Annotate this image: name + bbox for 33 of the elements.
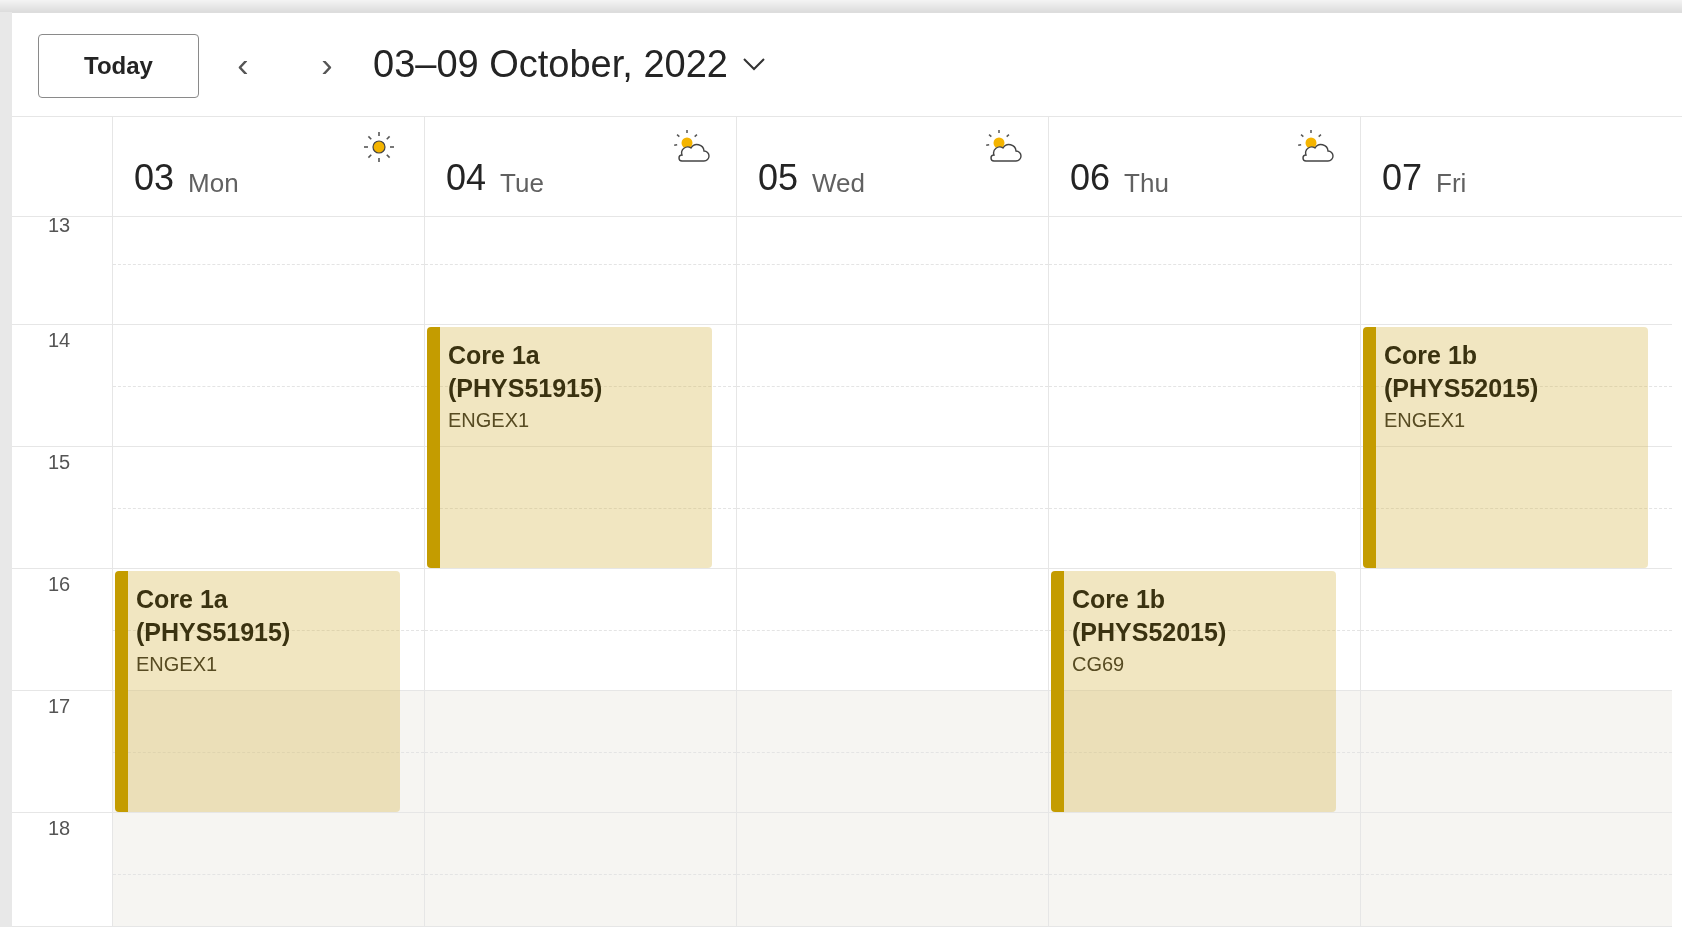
hour-label: 13 <box>47 215 71 235</box>
event-card[interactable]: Core 1b (PHYS52015) CG69 <box>1051 571 1336 812</box>
day-number: 06 <box>1070 160 1111 196</box>
event-title: Core 1a (PHYS51915) <box>136 584 292 648</box>
date-range-picker[interactable]: 03–09 October, 2022 <box>373 43 766 86</box>
event-title: Core 1a (PHYS51915) <box>448 340 604 404</box>
hour-label: 15 <box>47 450 71 474</box>
today-button[interactable]: Today <box>38 34 199 99</box>
weekday-label: Mon <box>188 170 239 196</box>
event-location: ENGEX1 <box>1384 408 1466 433</box>
hour-label: 16 <box>47 572 71 596</box>
event-location: CG69 <box>1072 652 1125 677</box>
previous-button[interactable]: ‹ <box>223 42 263 87</box>
event-location: ENGEX1 <box>136 652 218 677</box>
event-card[interactable]: Core 1b (PHYS52015) ENGEX1 <box>1363 327 1648 568</box>
day-number: 05 <box>758 160 799 196</box>
next-button[interactable]: › <box>307 42 347 87</box>
hour-label: 14 <box>47 328 71 352</box>
day-number: 04 <box>446 160 487 196</box>
hour-label: 18 <box>47 816 71 840</box>
event-title: Core 1b (PHYS52015) <box>1072 584 1228 648</box>
event-location: ENGEX1 <box>448 408 530 433</box>
weekday-label: Fri <box>1436 170 1467 196</box>
hour-label: 17 <box>47 694 71 718</box>
day-number: 03 <box>134 160 175 196</box>
event-card[interactable]: Core 1a (PHYS51915) ENGEX1 <box>427 327 712 568</box>
chevron-down-icon <box>741 57 766 72</box>
event-card[interactable]: Core 1a (PHYS51915) ENGEX1 <box>115 571 400 812</box>
event-title: Core 1b (PHYS52015) <box>1384 340 1540 404</box>
weekday-label: Wed <box>812 170 866 196</box>
weekday-label: Tue <box>500 170 544 196</box>
weekday-label: Thu <box>1124 170 1169 196</box>
day-number: 07 <box>1382 160 1423 196</box>
